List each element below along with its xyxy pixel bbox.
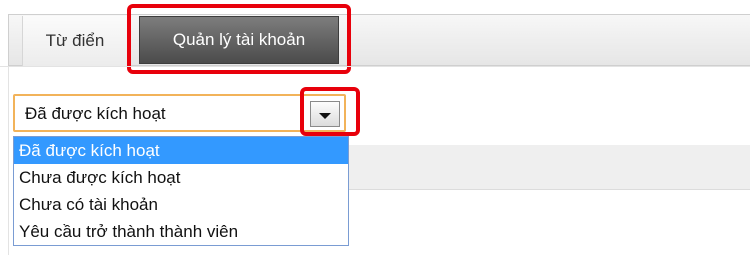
status-option-activated[interactable]: Đã được kích hoạt — [14, 137, 348, 164]
chevron-down-icon — [319, 112, 331, 119]
tab-dictionary-label: Từ điển — [45, 31, 105, 50]
content-divider — [0, 66, 750, 67]
account-management-screen: Từ điển Quản lý tài khoản Đã được kích h… — [0, 0, 750, 255]
tab-account-management[interactable]: Quản lý tài khoản — [139, 16, 339, 64]
status-select[interactable]: Đã được kích hoạt — [13, 94, 346, 132]
tab-dictionary[interactable]: Từ điển — [22, 16, 128, 66]
status-select-dropdown-button[interactable] — [310, 101, 340, 127]
status-select-value: Đã được kích hoạt — [25, 104, 166, 123]
background-panel-strip — [348, 145, 750, 190]
status-option-membership-request[interactable]: Yêu cầu trở thành thành viên — [14, 218, 348, 245]
status-option-no-account[interactable]: Chưa có tài khoản — [14, 191, 348, 218]
content-left-border — [8, 66, 9, 255]
tab-account-management-label: Quản lý tài khoản — [172, 30, 306, 49]
status-option-not-activated[interactable]: Chưa được kích hoạt — [14, 164, 348, 191]
status-options-list: Đã được kích hoạt Chưa được kích hoạt Ch… — [13, 136, 349, 246]
